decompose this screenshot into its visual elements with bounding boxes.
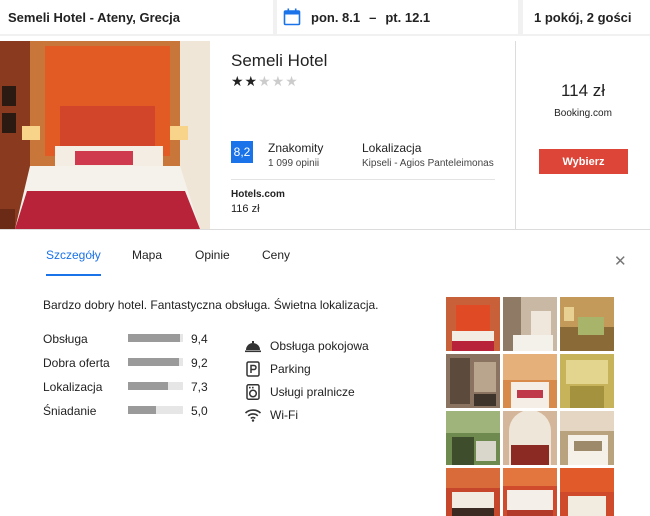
gallery-thumbnail[interactable] bbox=[446, 354, 500, 408]
rating-label: Śniadanie bbox=[43, 404, 97, 418]
amenity-label: Wi-Fi bbox=[270, 407, 298, 422]
gallery-photo bbox=[560, 297, 614, 351]
rating-row: Dobra oferta 9,2 bbox=[43, 354, 223, 378]
date-range-field[interactable]: pon. 8.1 – pt. 12.1 bbox=[277, 0, 518, 34]
gallery-thumbnail[interactable] bbox=[446, 468, 500, 516]
gallery-photo bbox=[560, 468, 614, 516]
hotel-room-image bbox=[0, 41, 210, 229]
calendar-icon bbox=[283, 8, 301, 26]
amenity-item: Usługi pralnicze bbox=[244, 380, 369, 403]
rating-bar bbox=[128, 406, 183, 414]
card-divider bbox=[231, 179, 495, 180]
gallery-photo bbox=[560, 411, 614, 465]
rating-bar bbox=[128, 358, 183, 366]
gallery-thumbnail[interactable] bbox=[560, 354, 614, 408]
rating-row: Obsługa 9,4 bbox=[43, 330, 223, 354]
rating-label: Dobra oferta bbox=[43, 356, 110, 370]
rating-bar bbox=[128, 334, 183, 342]
amenity-item: Parking bbox=[244, 357, 369, 380]
gallery-photo bbox=[503, 411, 557, 465]
amenity-label: Obsługa pokojowa bbox=[270, 338, 369, 353]
gallery-thumbnail[interactable] bbox=[503, 468, 557, 516]
rating-bar-fill bbox=[128, 334, 180, 342]
filled-stars: ★★ bbox=[231, 73, 259, 89]
tab-map[interactable]: Mapa bbox=[132, 248, 162, 276]
gallery-thumbnail[interactable] bbox=[446, 411, 500, 465]
gallery-photo bbox=[503, 468, 557, 516]
review-count[interactable]: 1 099 opinii bbox=[268, 158, 319, 169]
date-separator: – bbox=[369, 9, 377, 25]
amenity-item: Wi-Fi bbox=[244, 403, 369, 426]
location-value: Kipseli - Agios Panteleimonas bbox=[362, 158, 494, 169]
review-score-badge: 8,2 bbox=[231, 141, 253, 163]
check-out-date: pt. 12.1 bbox=[385, 9, 431, 25]
best-price: 114 zł bbox=[560, 81, 606, 100]
laundry-icon bbox=[246, 383, 260, 400]
rooms-guests-field[interactable]: 1 pokój, 2 gości bbox=[523, 0, 650, 34]
amenities-list: Obsługa pokojowa Parking Usługi pralnicz… bbox=[244, 334, 369, 426]
parking-icon bbox=[246, 360, 260, 377]
photo-gallery bbox=[446, 297, 616, 516]
rating-row: Lokalizacja 7,3 bbox=[43, 378, 223, 402]
gallery-thumbnail[interactable] bbox=[446, 297, 500, 351]
rating-value: 5,0 bbox=[191, 404, 208, 418]
destination-text: Semeli Hotel - Ateny, Grecja bbox=[8, 9, 180, 25]
gallery-photo bbox=[503, 297, 557, 351]
hotel-main-photo[interactable] bbox=[0, 41, 210, 229]
gallery-thumbnail[interactable] bbox=[503, 297, 557, 351]
gallery-photo bbox=[560, 354, 614, 408]
amenity-item: Obsługa pokojowa bbox=[244, 334, 369, 357]
rating-bar-fill bbox=[128, 382, 169, 390]
gallery-photo bbox=[446, 354, 500, 408]
hotel-card[interactable]: Semeli Hotel ★★★★★ 8,2 Znakomity 1 099 o… bbox=[0, 41, 650, 230]
destination-field[interactable]: Semeli Hotel - Ateny, Grecja bbox=[0, 0, 273, 34]
select-button[interactable]: Wybierz bbox=[539, 149, 628, 174]
rating-row: Śniadanie 5,0 bbox=[43, 402, 223, 426]
amenity-label: Parking bbox=[270, 361, 311, 376]
rating-value: 9,4 bbox=[191, 332, 208, 346]
location-title: Lokalizacja bbox=[362, 141, 422, 155]
tab-details[interactable]: Szczegóły bbox=[46, 248, 101, 276]
check-in-date: pon. 8.1 bbox=[311, 9, 361, 25]
amenity-label: Usługi pralnicze bbox=[270, 384, 355, 399]
review-score-word: Znakomity bbox=[268, 141, 324, 155]
rating-label: Lokalizacja bbox=[43, 380, 103, 394]
rating-value: 7,3 bbox=[191, 380, 208, 394]
tab-reviews[interactable]: Opinie bbox=[195, 248, 230, 276]
category-ratings: Obsługa 9,4 Dobra oferta 9,2 Lokalizacja… bbox=[43, 330, 223, 426]
rooms-guests-text: 1 pokój, 2 gości bbox=[534, 9, 632, 25]
review-summary: Bardzo dobry hotel. Fantastyczna obsługa… bbox=[43, 298, 379, 312]
rating-bar bbox=[128, 382, 183, 390]
alt-provider-price[interactable]: 116 zł bbox=[231, 203, 260, 215]
rating-value: 9,2 bbox=[191, 356, 208, 370]
gallery-thumbnail[interactable] bbox=[503, 354, 557, 408]
empty-stars: ★★★ bbox=[258, 73, 299, 89]
star-rating: ★★★★★ bbox=[231, 73, 299, 90]
best-price-source: Booking.com bbox=[554, 108, 612, 119]
gallery-photo bbox=[503, 354, 557, 408]
search-bar: Semeli Hotel - Ateny, Grecja pon. 8.1 – … bbox=[0, 0, 650, 36]
gallery-photo bbox=[446, 297, 500, 351]
gallery-thumbnail[interactable] bbox=[560, 411, 614, 465]
rating-label: Obsługa bbox=[43, 332, 88, 346]
gallery-photo bbox=[446, 411, 500, 465]
room-service-icon bbox=[245, 340, 261, 352]
gallery-photo bbox=[446, 468, 500, 516]
detail-tabs: Szczegóły Mapa Opinie Ceny bbox=[0, 248, 650, 276]
wifi-icon bbox=[244, 408, 262, 422]
hotel-name[interactable]: Semeli Hotel bbox=[231, 51, 327, 71]
rating-bar-fill bbox=[128, 358, 179, 366]
gallery-thumbnail[interactable] bbox=[503, 411, 557, 465]
tab-prices[interactable]: Ceny bbox=[262, 248, 290, 276]
close-icon[interactable]: ✕ bbox=[614, 252, 627, 270]
alt-provider-name[interactable]: Hotels.com bbox=[231, 189, 285, 200]
gallery-thumbnail[interactable] bbox=[560, 468, 614, 516]
rating-bar-fill bbox=[128, 406, 156, 414]
price-divider bbox=[515, 41, 516, 229]
gallery-thumbnail[interactable] bbox=[560, 297, 614, 351]
